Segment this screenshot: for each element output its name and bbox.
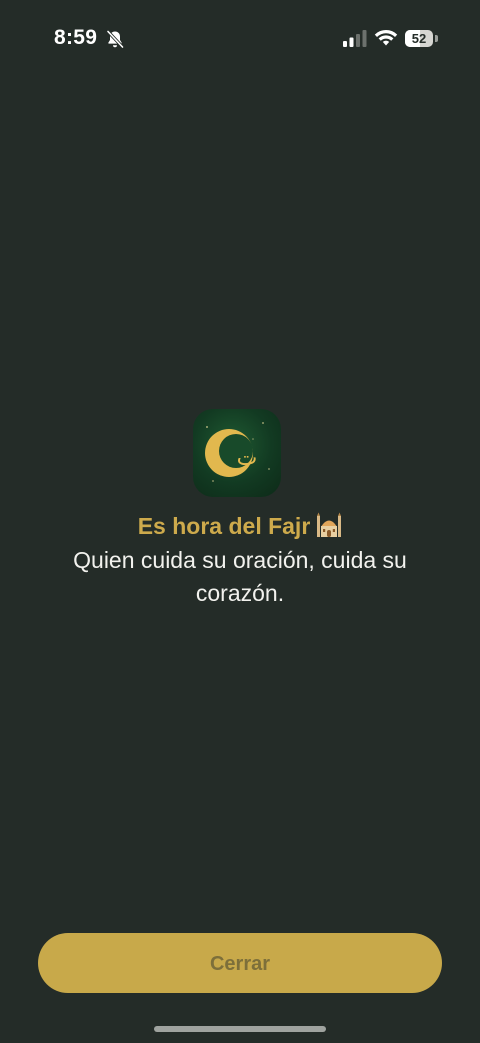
app-icon: ت xyxy=(193,409,281,497)
notification-title-row: Es hora del Fajr xyxy=(0,512,480,540)
home-indicator[interactable] xyxy=(154,1026,326,1032)
crescent-moon-icon: ت xyxy=(205,422,270,482)
bell-slash-icon xyxy=(106,29,125,49)
status-bar: 8:59 52 xyxy=(0,0,480,78)
battery-cap xyxy=(435,35,438,42)
notification-title: Es hora del Fajr xyxy=(137,513,311,539)
prayer-reminder-screen: 8:59 52 ت Es hora del Fajr Quien cuida s… xyxy=(0,0,480,1043)
notification-message: Quien cuida su oración, cuida su corazón… xyxy=(73,547,407,606)
battery-indicator: 52 xyxy=(405,30,439,47)
signal-bars-icon xyxy=(343,30,367,47)
app-icon-glyph: ت xyxy=(237,446,258,471)
status-time: 8:59 xyxy=(54,26,98,49)
mosque-icon xyxy=(317,512,342,537)
battery-level: 52 xyxy=(411,31,427,46)
close-button[interactable]: Cerrar xyxy=(38,933,442,993)
wifi-icon xyxy=(374,29,398,46)
battery-body: 52 xyxy=(405,30,433,47)
